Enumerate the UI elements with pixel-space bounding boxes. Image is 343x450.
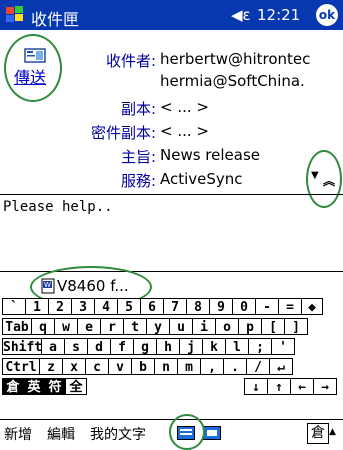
key-row1-2[interactable]: 2 — [48, 298, 72, 315]
to-field-line2[interactable]: hermia@SoftChina. — [160, 72, 343, 90]
windows-start-icon[interactable] — [4, 4, 26, 26]
key-row2-1[interactable]: q — [31, 318, 55, 335]
clock[interactable]: 12:21 — [257, 6, 300, 24]
send-highlight-circle — [4, 34, 62, 102]
key-row1-12[interactable]: = — [278, 298, 302, 315]
key-row3-2[interactable]: s — [64, 338, 88, 355]
key-row1-10[interactable]: 0 — [232, 298, 256, 315]
key-row2-6[interactable]: y — [146, 318, 170, 335]
key-row2-5[interactable]: t — [123, 318, 147, 335]
key-row3-6[interactable]: h — [156, 338, 180, 355]
key-row2-3[interactable]: e — [77, 318, 101, 335]
key-row2-0[interactable]: Tab — [2, 318, 32, 335]
key-row5-4[interactable]: ↓ — [244, 378, 268, 395]
key-row5-7[interactable]: → — [313, 378, 337, 395]
key-row4-2[interactable]: x — [62, 358, 86, 375]
key-row1-7[interactable]: 7 — [163, 298, 187, 315]
key-row1-5[interactable]: 5 — [117, 298, 141, 315]
key-row2-4[interactable]: r — [100, 318, 124, 335]
key-row2-11[interactable]: [ — [261, 318, 285, 335]
key-row4-11[interactable]: ↵ — [269, 358, 293, 375]
key-row4-6[interactable]: n — [154, 358, 178, 375]
window-title: 收件匣 — [31, 10, 80, 29]
key-row1-0[interactable]: ` — [2, 298, 26, 315]
key-row1-1[interactable]: 1 — [25, 298, 49, 315]
keyboard-icon[interactable] — [203, 426, 221, 440]
key-row4-10[interactable]: / — [246, 358, 270, 375]
subject-field[interactable]: News release — [160, 146, 310, 164]
to-label: 收件者: — [105, 52, 156, 70]
title-bar: 收件匣 ◀ε 12:21 ok — [0, 0, 343, 30]
message-body[interactable]: Please help.. — [3, 199, 113, 215]
key-row1-4[interactable]: 4 — [94, 298, 118, 315]
key-row5-6[interactable]: ← — [290, 378, 314, 395]
key-row5-3[interactable]: 全 — [65, 378, 87, 395]
volume-icon[interactable]: ◀ε — [231, 6, 251, 24]
to-field[interactable]: herbertw@hitrontec — [160, 50, 343, 68]
service-label: 服務: — [120, 172, 156, 190]
key-row4-8[interactable]: , — [200, 358, 224, 375]
key-row3-10[interactable]: ; — [248, 338, 272, 355]
ime-arrow-icon[interactable]: ▲ — [329, 427, 336, 437]
key-row1-9[interactable]: 9 — [209, 298, 233, 315]
key-row5-0[interactable]: 倉 — [2, 378, 24, 395]
menu-new[interactable]: 新增 — [4, 424, 32, 444]
key-row1-3[interactable]: 3 — [71, 298, 95, 315]
key-row4-3[interactable]: c — [85, 358, 109, 375]
key-row5-1[interactable]: 英 — [23, 378, 45, 395]
key-row2-2[interactable]: w — [54, 318, 78, 335]
ok-button[interactable]: ok — [316, 4, 338, 26]
key-row3-0[interactable]: Shift — [2, 338, 42, 355]
key-row4-4[interactable]: v — [108, 358, 132, 375]
key-row4-5[interactable]: b — [131, 358, 155, 375]
key-row1-13[interactable]: ◆ — [301, 298, 323, 315]
soft-keyboard: ` 1 2 3 4 5 6 7 8 9 0- = ◆ Tab q w e r t y u i o p[] Shift a s d f g h… — [0, 298, 343, 395]
key-row5-2[interactable]: 符 — [44, 378, 66, 395]
key-row1-6[interactable]: 6 — [140, 298, 164, 315]
key-row5-5[interactable]: ↑ — [267, 378, 291, 395]
key-row3-8[interactable]: k — [202, 338, 226, 355]
key-row3-5[interactable]: g — [133, 338, 157, 355]
key-row3-7[interactable]: j — [179, 338, 203, 355]
header-divider — [0, 194, 343, 195]
key-row1-8[interactable]: 8 — [186, 298, 210, 315]
bcc-label: 密件副本: — [90, 124, 156, 142]
key-row4-9[interactable]: . — [223, 358, 247, 375]
service-field[interactable]: ActiveSync — [160, 170, 300, 188]
cc-field[interactable]: < ... > — [160, 98, 310, 116]
collapse-highlight-circle — [306, 150, 342, 208]
key-row2-7[interactable]: u — [169, 318, 193, 335]
key-row2-9[interactable]: o — [215, 318, 239, 335]
bcc-field[interactable]: < ... > — [160, 122, 310, 140]
key-row2-10[interactable]: p — [238, 318, 262, 335]
key-row3-1[interactable]: a — [41, 338, 65, 355]
menu-my-text[interactable]: 我的文字 — [90, 424, 146, 444]
key-row4-0[interactable]: Ctrl — [2, 358, 40, 375]
key-row4-1[interactable]: z — [39, 358, 63, 375]
key-row2-12[interactable]: ] — [284, 318, 308, 335]
key-row2-8[interactable]: i — [192, 318, 216, 335]
key-row3-9[interactable]: l — [225, 338, 249, 355]
key-row4-7[interactable]: m — [177, 358, 201, 375]
key-row3-4[interactable]: f — [110, 338, 134, 355]
ime-button[interactable]: 倉 — [307, 423, 329, 444]
key-row3-3[interactable]: d — [87, 338, 111, 355]
subject-label: 主旨: — [120, 148, 156, 166]
key-row3-11[interactable]: ' — [271, 338, 295, 355]
menu-edit[interactable]: 編輯 — [47, 424, 75, 444]
menu-bar: 新增 編輯 我的文字 倉 ▲ — [0, 414, 343, 450]
key-row1-11[interactable]: - — [255, 298, 279, 315]
cc-label: 副本: — [120, 100, 156, 118]
